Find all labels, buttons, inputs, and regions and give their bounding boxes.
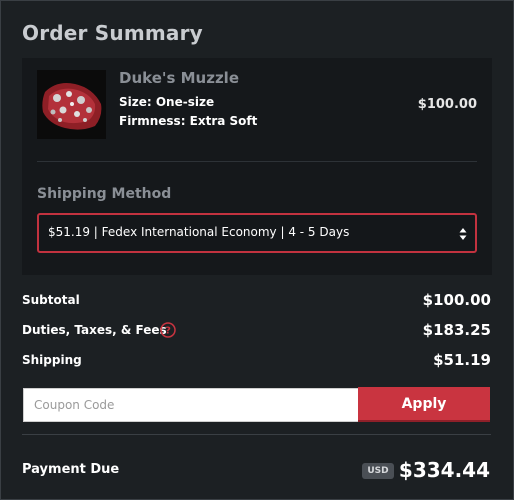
subtotal-value: $100.00 — [422, 291, 491, 309]
help-icon[interactable]: ? — [160, 322, 176, 338]
duties-label: Duties, Taxes, & Fees — [22, 323, 167, 337]
subtotal-label: Subtotal — [22, 293, 80, 307]
select-arrows-icon — [459, 226, 467, 240]
shipping-method-selected-value: $51.19 | Fedex International Economy | 4… — [48, 225, 350, 239]
product-price: $100.00 — [417, 97, 477, 112]
shipping-method-heading: Shipping Method — [37, 186, 172, 202]
currency-badge: USD — [362, 463, 394, 479]
coupon-code-input[interactable] — [23, 388, 363, 422]
page-title: Order Summary — [22, 21, 203, 45]
divider — [37, 161, 477, 162]
product-name[interactable]: Duke's Muzzle — [119, 69, 239, 87]
product-firmness: Firmness: Extra Soft — [119, 114, 258, 128]
shipping-value: $51.19 — [433, 351, 491, 369]
shipping-method-select[interactable]: $51.19 | Fedex International Economy | 4… — [37, 213, 477, 253]
duties-row: Duties, Taxes, & Fees ? $183.25 — [22, 321, 491, 341]
order-items-panel: Duke's Muzzle Size: One-size Firmness: E… — [22, 58, 492, 275]
product-image — [37, 70, 106, 139]
payment-due-label: Payment Due — [22, 462, 120, 477]
payment-due-amount: $334.44 — [398, 458, 490, 482]
apply-coupon-button[interactable]: Apply — [358, 387, 490, 422]
subtotal-row: Subtotal $100.00 — [22, 291, 491, 311]
order-summary-card: Order Summary Duke's Muzzle Size: One-si… — [0, 0, 514, 500]
shipping-label: Shipping — [22, 353, 82, 367]
duties-value: $183.25 — [422, 321, 491, 339]
divider — [22, 434, 491, 435]
svg-text:?: ? — [165, 326, 171, 337]
shipping-row: Shipping $51.19 — [22, 351, 491, 371]
product-size: Size: One-size — [119, 95, 215, 109]
